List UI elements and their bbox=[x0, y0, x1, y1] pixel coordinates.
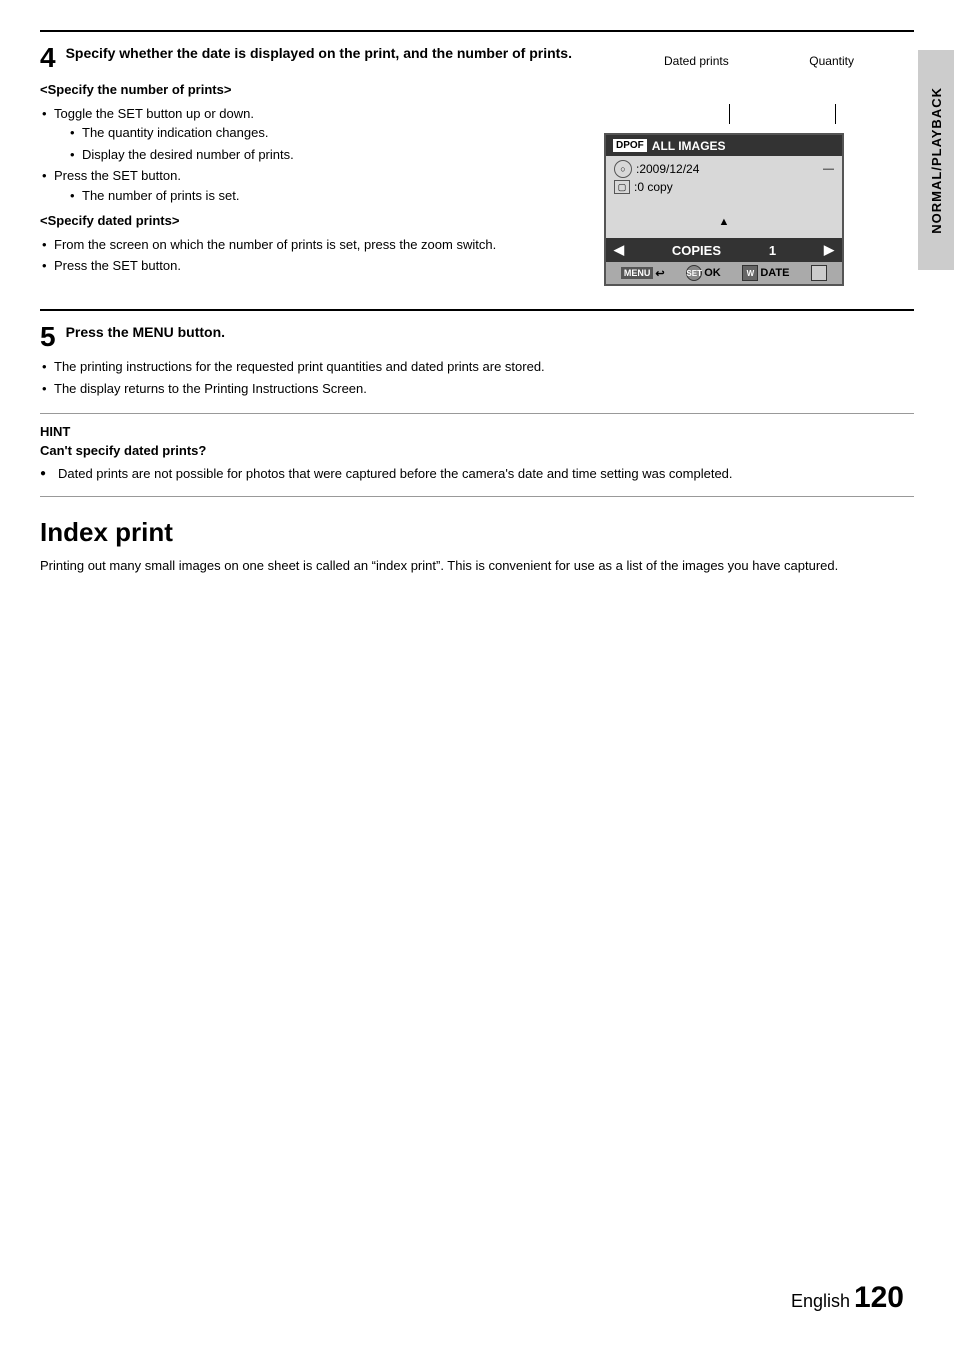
right-arrow-icon: ▶ bbox=[824, 242, 834, 258]
blank-button bbox=[811, 265, 827, 281]
step4-subheading2: <Specify dated prints> bbox=[40, 211, 584, 231]
annotation-dated: Dated prints bbox=[664, 54, 729, 68]
step4-title: Specify whether the date is displayed on… bbox=[66, 44, 572, 64]
screen-spacer bbox=[614, 196, 834, 216]
page-num: 120 bbox=[854, 1281, 904, 1314]
hint-list: Dated prints are not possible for photos… bbox=[40, 464, 864, 484]
step4-sublist-item3: The number of prints is set. bbox=[68, 186, 584, 206]
step4-list2: From the screen on which the number of p… bbox=[40, 235, 584, 276]
step4-sublist2: The number of prints is set. bbox=[54, 186, 584, 206]
hint-subheading: Can't specify dated prints? bbox=[40, 443, 864, 458]
sidebar-label: NORMAL/PLAYBACK bbox=[918, 50, 954, 270]
step4-section: 4 Specify whether the date is displayed … bbox=[40, 30, 914, 291]
step4-list-item1: Toggle the SET button up or down. The qu… bbox=[40, 104, 584, 165]
hint-body: Dated prints are not possible for photos… bbox=[40, 464, 864, 484]
page-container: NORMAL/PLAYBACK 4 Specify whether the da… bbox=[0, 0, 954, 1345]
index-print-title: Index print bbox=[40, 517, 864, 548]
step5-content: The printing instructions for the reques… bbox=[40, 357, 864, 398]
up-arrow-icon: ▲ bbox=[719, 216, 730, 228]
date-label: DATE bbox=[760, 267, 789, 279]
step4-content: <Specify the number of prints> Toggle th… bbox=[40, 80, 584, 276]
step4-sublist-item1: The quantity indication changes. bbox=[68, 123, 584, 143]
menu-button: MENU ↩ bbox=[621, 267, 665, 280]
step4-list-item3: From the screen on which the number of p… bbox=[40, 235, 584, 255]
annotation-area: Dated prints Quantity DPOF ALL IMAGES bbox=[604, 84, 864, 286]
ok-label: OK bbox=[704, 267, 721, 279]
screen-body: ○ :2009/12/24 — ▢ :0 copy ▲ bbox=[606, 156, 842, 238]
step5-item1: The printing instructions for the reques… bbox=[40, 357, 864, 377]
step4-subheading1: <Specify the number of prints> bbox=[40, 80, 584, 100]
screen-copies-bar: ◀ COPIES 1 ▶ bbox=[606, 238, 842, 262]
hint-item1: Dated prints are not possible for photos… bbox=[40, 464, 864, 484]
step5-title: Press the MENU button. bbox=[66, 323, 225, 343]
screen-date-row: ○ :2009/12/24 — bbox=[614, 160, 834, 178]
sidebar-text: NORMAL/PLAYBACK bbox=[929, 87, 944, 234]
page-number: English 120 bbox=[791, 1281, 904, 1315]
step4-left: 4 Specify whether the date is displayed … bbox=[40, 44, 584, 291]
ok-button: SET OK bbox=[686, 265, 721, 281]
menu-icon: MENU bbox=[621, 267, 654, 279]
set-icon: SET bbox=[686, 265, 702, 281]
hint-label: HINT bbox=[40, 424, 864, 439]
step4-sublist-item2: Display the desired number of prints. bbox=[68, 145, 584, 165]
screen-copy-row: ▢ :0 copy bbox=[614, 180, 834, 194]
step5-number: 5 bbox=[40, 323, 56, 351]
camera-screen: DPOF ALL IMAGES ○ :2009/12/24 — ▢ :0 cop… bbox=[604, 133, 844, 286]
index-print-section: Index print Printing out many small imag… bbox=[40, 517, 914, 576]
screen-top-bar: DPOF ALL IMAGES bbox=[606, 135, 842, 156]
step5-list: The printing instructions for the reques… bbox=[40, 357, 864, 398]
language-label: English bbox=[791, 1291, 850, 1311]
left-arrow-icon: ◀ bbox=[614, 242, 624, 258]
copies-value: 1 bbox=[769, 243, 776, 258]
step5-section: 5 Press the MENU button. The printing in… bbox=[40, 309, 914, 398]
step4-number: 4 bbox=[40, 44, 56, 72]
step4-list-item4: Press the SET button. bbox=[40, 256, 584, 276]
date-icon: W bbox=[742, 265, 758, 281]
date-button: W DATE bbox=[742, 265, 789, 281]
step4-diagram: Dated prints Quantity DPOF ALL IMAGES bbox=[604, 44, 864, 291]
dpof-badge: DPOF bbox=[612, 138, 648, 153]
copies-label: COPIES bbox=[672, 243, 721, 258]
annotation-quantity: Quantity bbox=[809, 54, 854, 68]
clock-icon: ○ bbox=[614, 160, 632, 178]
step5-item2: The display returns to the Printing Inst… bbox=[40, 379, 864, 399]
menu-arrow: ↩ bbox=[655, 267, 664, 280]
hint-section: HINT Can't specify dated prints? Dated p… bbox=[40, 413, 914, 497]
step4-sublist1: The quantity indication changes. Display… bbox=[54, 123, 584, 164]
print-icon: ▢ bbox=[614, 180, 630, 194]
step4-list: Toggle the SET button up or down. The qu… bbox=[40, 104, 584, 206]
copy-value: :0 copy bbox=[634, 180, 673, 194]
all-images-label: ALL IMAGES bbox=[652, 139, 726, 153]
screen-arrow-row: ▲ bbox=[614, 216, 834, 228]
index-print-body: Printing out many small images on one sh… bbox=[40, 556, 864, 576]
date-value: :2009/12/24 bbox=[636, 162, 699, 176]
screen-bottom-bar: MENU ↩ SET OK W DATE bbox=[606, 262, 842, 284]
step4-list-item2: Press the SET button. The number of prin… bbox=[40, 166, 584, 205]
